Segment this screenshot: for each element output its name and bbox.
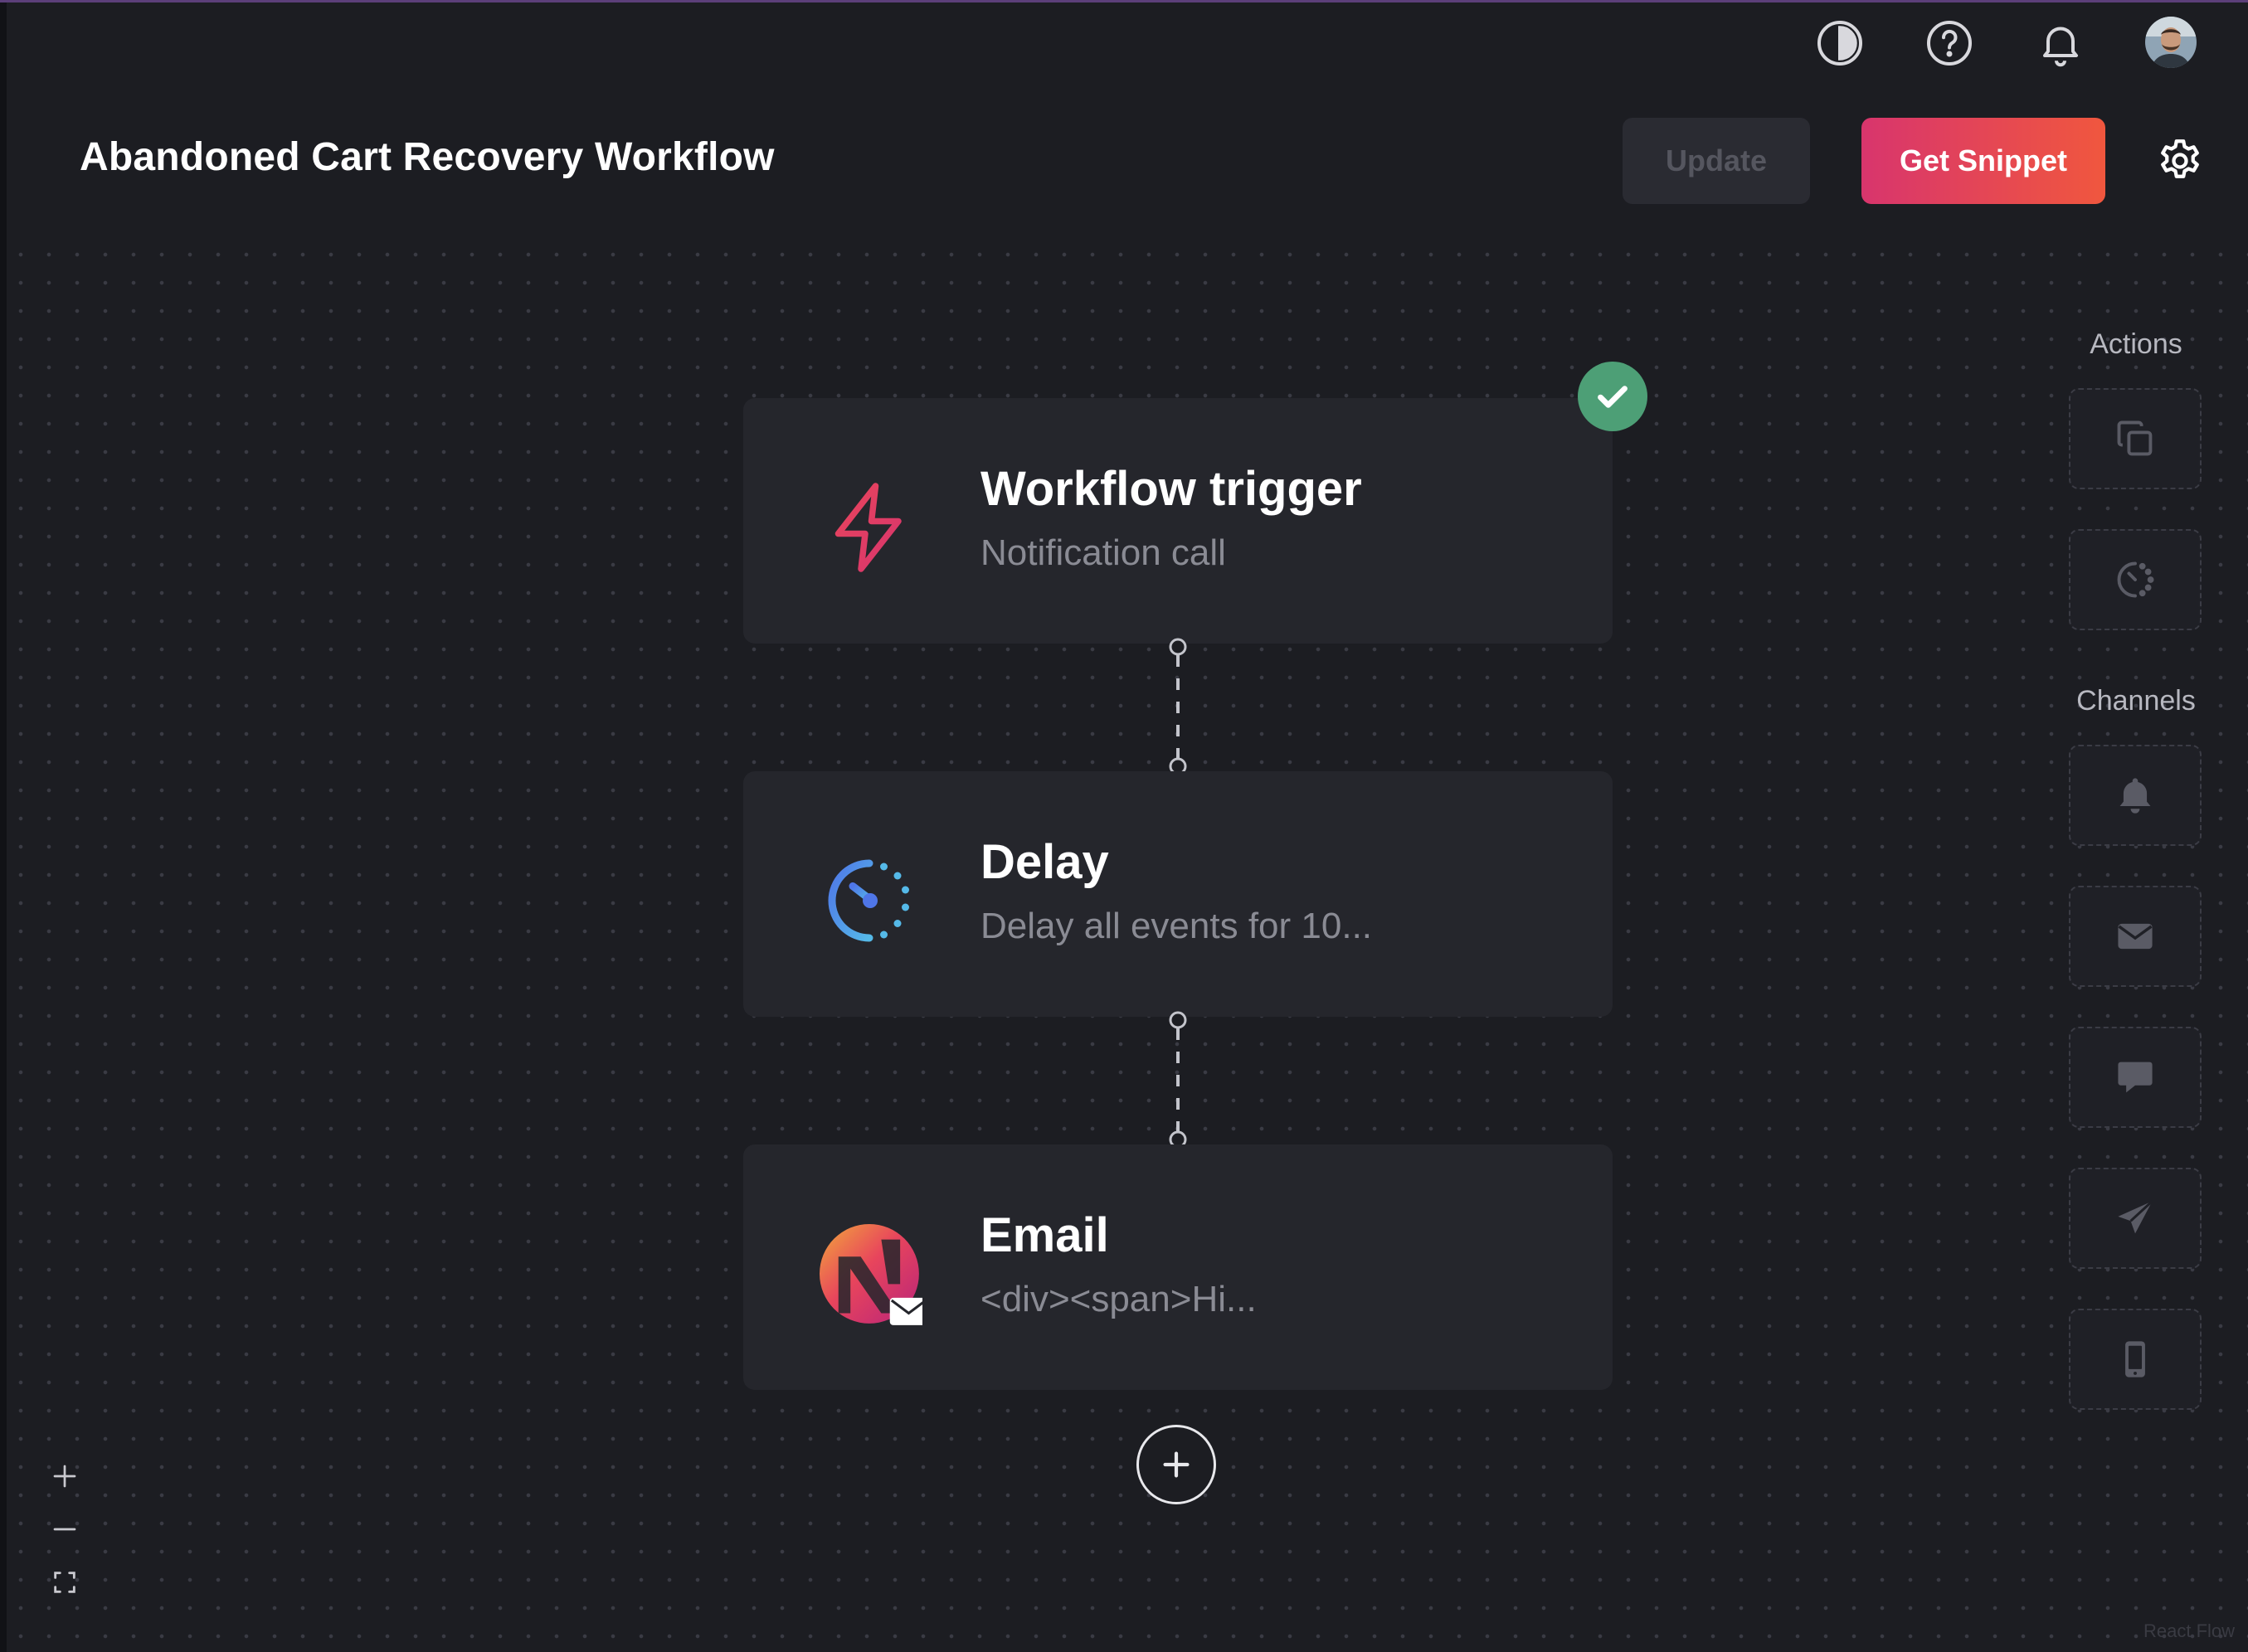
bell-icon[interactable]: [2069, 745, 2202, 846]
zoom-out-icon[interactable]: [46, 1511, 83, 1548]
node-title: Delay: [980, 835, 1109, 889]
theme-toggle-icon[interactable]: [1813, 17, 1866, 70]
send-icon[interactable]: [2069, 1168, 2202, 1269]
node-subtitle: Notification call: [980, 532, 1226, 573]
envelope-icon[interactable]: [2069, 886, 2202, 987]
update-button[interactable]: Update: [1623, 118, 1810, 204]
node-email[interactable]: Email <div><span>Hi...: [743, 1144, 1613, 1390]
zoom-in-icon[interactable]: [46, 1458, 83, 1494]
mobile-icon[interactable]: [2069, 1309, 2202, 1410]
email-channel-icon: [820, 1224, 928, 1325]
fit-view-icon[interactable]: [46, 1564, 83, 1601]
node-workflow-trigger[interactable]: Workflow trigger Notification call: [743, 398, 1613, 644]
bell-icon[interactable]: [2034, 17, 2087, 70]
timer-icon: [820, 851, 919, 950]
actions-label: Actions: [2090, 328, 2182, 360]
node-title: Workflow trigger: [980, 462, 1362, 516]
help-icon[interactable]: [1923, 17, 1976, 70]
channels-label: Channels: [2076, 685, 2196, 717]
node-delay[interactable]: Delay Delay all events for 10...: [743, 771, 1613, 1017]
attribution[interactable]: React Flow: [2143, 1620, 2235, 1642]
lightning-icon: [820, 478, 919, 577]
edge-connector: [1161, 1010, 1195, 1149]
avatar[interactable]: [2145, 17, 2197, 68]
left-edge: [0, 0, 7, 1652]
node-subtitle: Delay all events for 10...: [980, 906, 1373, 946]
top-toolbar: [0, 17, 2248, 75]
node-title: Email: [980, 1208, 1109, 1262]
get-snippet-button[interactable]: Get Snippet: [1861, 118, 2105, 204]
add-node-button[interactable]: [1136, 1425, 1216, 1504]
edge-connector: [1161, 637, 1195, 776]
timer-icon[interactable]: [2069, 529, 2202, 630]
top-accent-line: [0, 0, 2248, 2]
page-title: Abandoned Cart Recovery Workflow: [80, 135, 775, 179]
copy-icon[interactable]: [2069, 388, 2202, 489]
chat-icon[interactable]: [2069, 1027, 2202, 1128]
node-subtitle: <div><span>Hi...: [980, 1279, 1257, 1319]
check-icon: [1578, 362, 1647, 431]
gear-icon[interactable]: [2155, 136, 2205, 186]
